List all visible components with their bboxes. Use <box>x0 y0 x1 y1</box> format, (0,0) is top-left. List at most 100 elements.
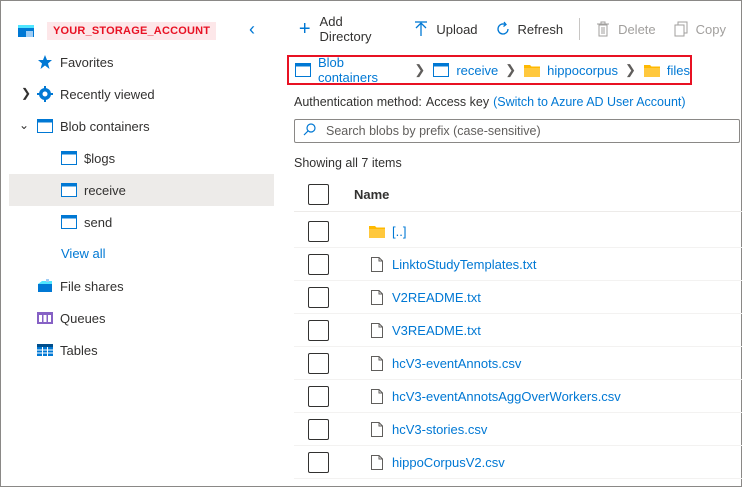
container-icon <box>60 149 78 167</box>
auth-method-label: Authentication method: <box>294 95 422 109</box>
auth-method: Authentication method: Access key (Switc… <box>294 95 686 109</box>
sidebar-item-blob-containers[interactable]: Blob containers <box>36 110 150 142</box>
folder-icon <box>523 61 541 79</box>
table-icon <box>36 341 54 359</box>
row-checkbox[interactable] <box>308 286 329 308</box>
item-name-link[interactable]: V3README.txt <box>392 323 481 338</box>
plus-icon: + <box>298 17 311 40</box>
table-row[interactable]: [..] <box>294 215 742 248</box>
file-icon <box>368 354 386 372</box>
sidebar-item-favorites[interactable]: Favorites <box>36 46 113 78</box>
item-name-link[interactable]: hcV3-stories.csv <box>392 422 487 437</box>
add-directory-button[interactable]: + Add Directory <box>296 14 396 44</box>
search-box <box>294 119 740 143</box>
sidebar-item-logs[interactable]: $logs <box>60 142 115 174</box>
file-icon <box>368 387 386 405</box>
item-name-link[interactable]: V2README.txt <box>392 290 481 305</box>
sidebar-item-recently-viewed[interactable]: Recently viewed <box>36 78 155 110</box>
item-name-link[interactable]: hcV3-eventAnnotsAggOverWorkers.csv <box>392 389 621 404</box>
chevron-right-icon: ❯ <box>505 62 517 77</box>
switch-auth-link[interactable]: (Switch to Azure AD User Account) <box>493 95 685 109</box>
file-icon <box>368 321 386 339</box>
sidebar-item-send[interactable]: send <box>60 206 112 238</box>
search-input[interactable] <box>326 124 726 138</box>
file-icon <box>368 255 386 273</box>
file-share-icon <box>36 277 54 295</box>
item-name-link[interactable]: hcV3-eventAnnots.csv <box>392 356 521 371</box>
copy-icon <box>672 20 690 38</box>
breadcrumb-label: files <box>666 62 690 78</box>
gear-icon <box>36 85 54 103</box>
item-name-link[interactable]: hippoCorpusV2.csv <box>392 455 505 470</box>
refresh-button[interactable]: Refresh <box>494 20 564 38</box>
table-row[interactable]: V2README.txt <box>294 281 742 314</box>
sidebar-item-label: Tables <box>60 342 98 358</box>
breadcrumb-blob-containers[interactable]: Blob containers <box>294 55 407 85</box>
chevron-down-icon[interactable]: ⌄ <box>19 118 29 132</box>
sidebar-item-label: $logs <box>84 150 116 166</box>
table-row[interactable]: hcV3-eventAnnotsAggOverWorkers.csv <box>294 380 742 413</box>
table-row[interactable]: hcV3-stories.csv <box>294 413 742 446</box>
row-checkbox[interactable] <box>308 385 329 407</box>
star-icon <box>36 53 54 71</box>
table-row[interactable]: hippoCorpusV2.csv <box>294 446 742 479</box>
storage-account-header[interactable]: YOUR_STORAGE_ACCOUNT <box>17 21 217 41</box>
chevron-right-icon: ❯ <box>624 62 636 77</box>
container-icon <box>60 181 78 199</box>
row-checkbox[interactable] <box>308 220 329 242</box>
sidebar: YOUR_STORAGE_ACCOUNT ‹ Favorites ❯ Recen… <box>1 1 281 486</box>
queue-icon <box>36 309 54 327</box>
folder-icon <box>643 61 661 79</box>
sidebar-item-tables[interactable]: Tables <box>36 334 98 366</box>
row-checkbox[interactable] <box>308 418 329 440</box>
row-checkbox[interactable] <box>308 319 329 341</box>
row-checkbox[interactable] <box>308 352 329 374</box>
column-header-name[interactable]: Name <box>354 187 389 202</box>
table-row[interactable]: LinktoStudyTemplates.txt <box>294 248 742 281</box>
refresh-icon <box>494 20 512 38</box>
copy-button[interactable]: Copy <box>672 20 726 38</box>
select-all-checkbox[interactable] <box>308 184 329 205</box>
add-directory-label: Add Directory <box>319 14 372 44</box>
table-row[interactable]: hcV3-eventAnnots.csv <box>294 347 742 380</box>
breadcrumb-label: hippocorpus <box>547 62 618 78</box>
delete-button[interactable]: Delete <box>594 20 656 38</box>
sidebar-item-file-shares[interactable]: File shares <box>36 270 124 302</box>
table-row[interactable]: V3README.txt <box>294 314 742 347</box>
container-icon <box>294 61 312 79</box>
delete-label: Delete <box>618 21 656 37</box>
sidebar-item-label: send <box>84 214 113 230</box>
sidebar-item-receive[interactable]: receive <box>9 174 274 206</box>
chevron-right-icon[interactable]: ❯ <box>21 86 31 100</box>
breadcrumb-label: Blob containers <box>317 55 378 85</box>
refresh-label: Refresh <box>517 21 564 37</box>
upload-icon <box>412 20 430 38</box>
breadcrumb-label: receive <box>456 62 499 78</box>
row-checkbox[interactable] <box>308 451 329 473</box>
row-checkbox[interactable] <box>308 253 329 275</box>
sidebar-item-label: receive <box>84 182 126 198</box>
auth-method-value: Access key <box>425 95 490 109</box>
sidebar-item-label: Favorites <box>60 54 114 70</box>
breadcrumb-files[interactable]: files <box>643 61 690 79</box>
view-all-link[interactable]: View all <box>61 237 106 269</box>
sidebar-item-label: File shares <box>60 278 124 294</box>
chevron-left-icon[interactable]: ‹ <box>249 19 255 40</box>
sidebar-item-label: Recently viewed <box>60 86 155 102</box>
upload-button[interactable]: Upload <box>412 20 478 38</box>
container-icon <box>36 117 54 135</box>
container-icon <box>60 213 78 231</box>
breadcrumb: Blob containers ❯ receive ❯ hippocorpus … <box>287 55 692 85</box>
folder-icon <box>368 222 386 240</box>
breadcrumb-hippocorpus[interactable]: hippocorpus <box>523 61 618 79</box>
breadcrumb-receive[interactable]: receive <box>432 61 498 79</box>
trash-icon <box>594 20 612 38</box>
sidebar-item-queues[interactable]: Queues <box>36 302 106 334</box>
toolbar-divider <box>579 18 581 40</box>
sidebar-item-label: Queues <box>60 310 106 326</box>
item-name-link[interactable]: LinktoStudyTemplates.txt <box>392 257 537 272</box>
storage-account-icon <box>17 22 35 40</box>
item-name-link[interactable]: [..] <box>392 224 406 239</box>
chevron-right-icon: ❯ <box>414 62 426 77</box>
file-icon <box>368 453 386 471</box>
